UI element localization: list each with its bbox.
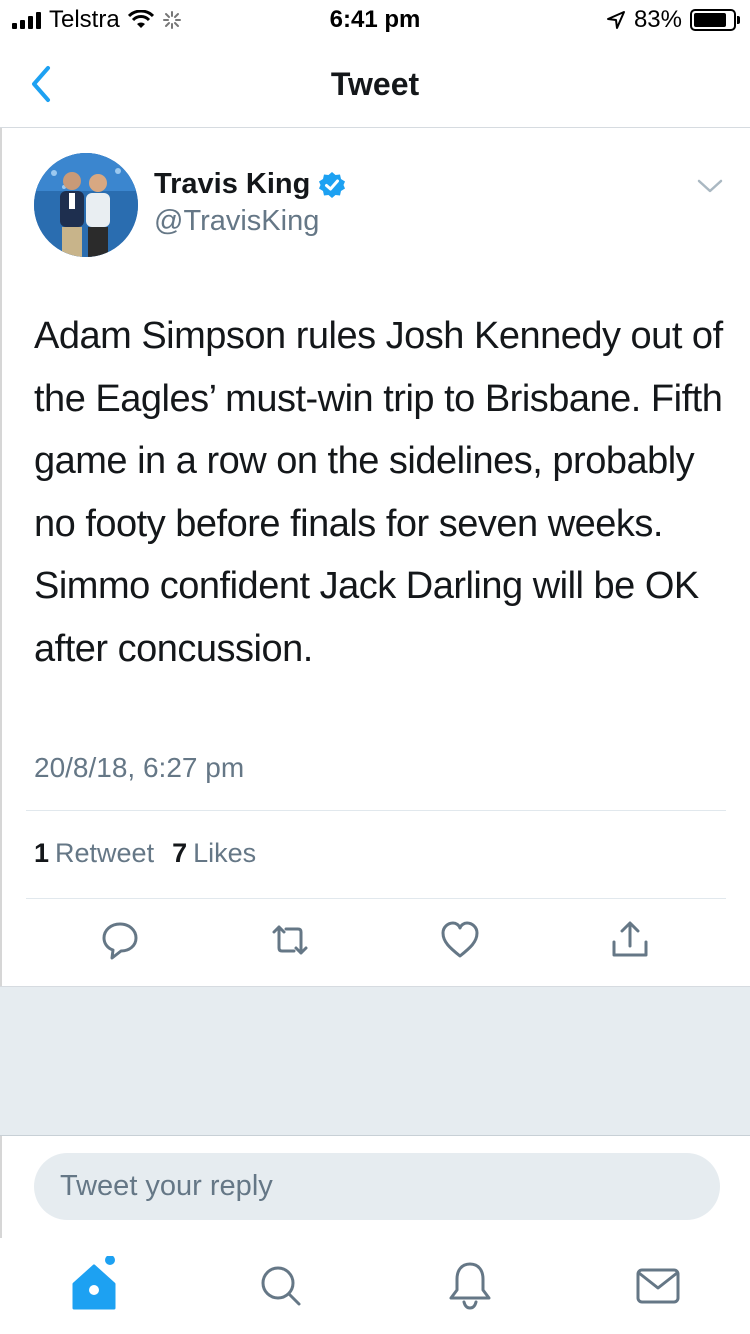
tweet-stats: 1 Retweet 7 Likes [34,838,256,869]
comment-icon[interactable] [98,918,142,962]
reply-placeholder: Tweet your reply [60,1170,273,1202]
reply-input[interactable]: Tweet your reply [34,1153,720,1220]
verified-badge-icon [319,171,346,198]
status-bar: Telstra 6:41 pm 83% [0,0,750,40]
envelope-icon[interactable] [628,1256,688,1316]
author-name[interactable]: Travis King [154,168,346,201]
retweet-count: 1 [34,838,50,868]
page-title: Tweet [330,66,420,102]
navigation-bar: Tweet [0,40,750,128]
share-icon[interactable] [608,918,652,962]
like-count: 7 [172,838,188,868]
battery-fill [694,13,726,27]
replies-area [0,986,750,1136]
author-handle[interactable]: @TravisKing [154,205,319,238]
retweet-icon[interactable] [268,918,312,962]
retweet-stat[interactable]: 1 Retweet [34,838,154,869]
heart-icon[interactable] [438,918,482,962]
chevron-down-icon[interactable] [696,176,724,196]
tweet-actions [0,918,750,968]
tweet-timestamp: 20/8/18, 6:27 pm [34,752,245,783]
avatar-image [34,153,138,257]
like-stat[interactable]: 7 Likes [172,838,256,869]
divider [26,810,726,811]
tweet-text: Adam Simpson rules Josh Kennedy out of t… [34,315,723,670]
retweet-label: Retweet [55,838,155,868]
home-icon[interactable] [64,1256,124,1316]
location-arrow-icon [606,11,625,29]
like-label: Likes [193,838,257,868]
bell-icon[interactable] [440,1256,500,1316]
search-icon[interactable] [250,1256,310,1316]
divider [26,898,726,899]
author-name-label: Travis King [154,168,311,200]
battery-icon [690,9,740,31]
avatar[interactable] [34,153,138,257]
status-right: 83% [606,6,740,34]
tab-bar [0,1240,750,1334]
battery-percent: 83% [633,6,682,33]
